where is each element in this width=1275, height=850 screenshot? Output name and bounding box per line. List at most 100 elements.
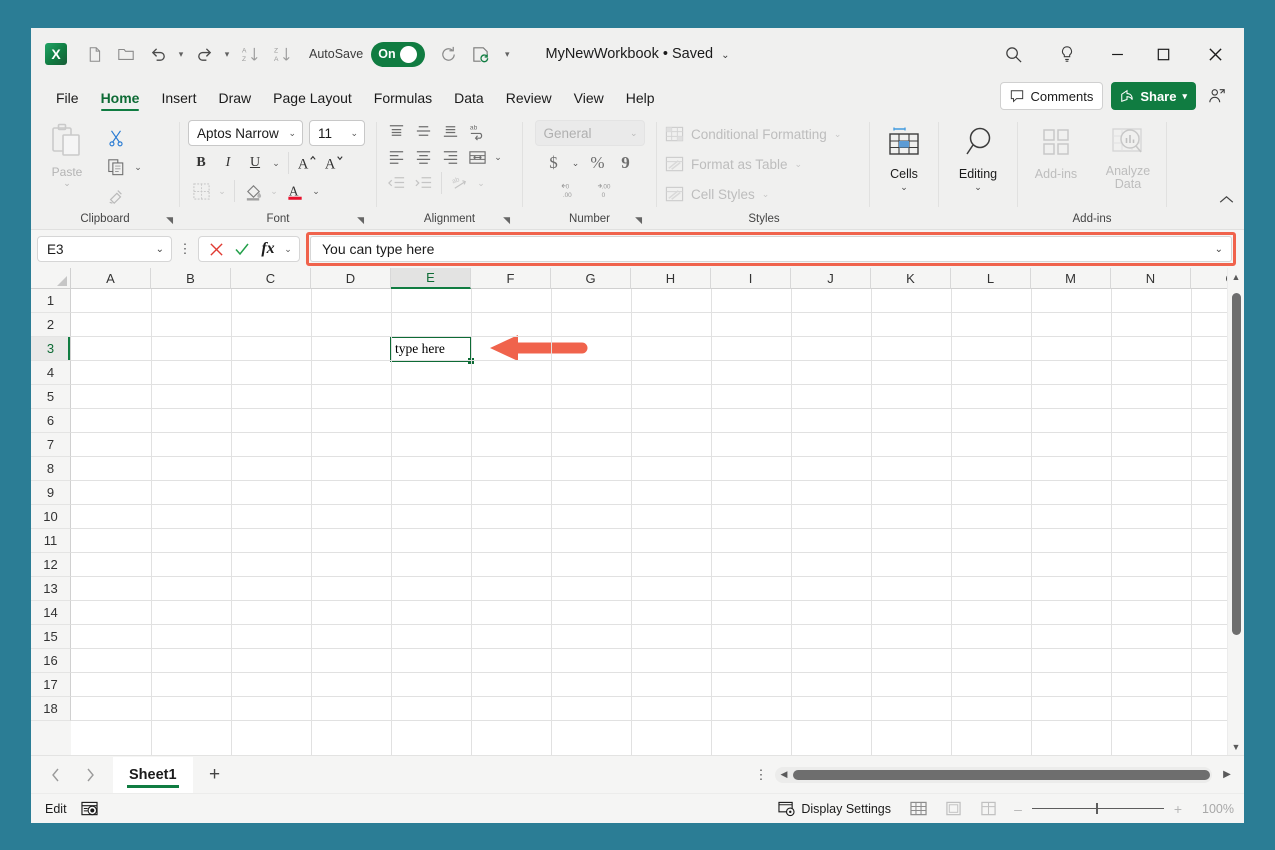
zoom-level[interactable]: 100% — [1192, 802, 1234, 816]
column-header-a[interactable]: A — [71, 268, 151, 289]
column-header-e[interactable]: E — [391, 268, 471, 289]
document-title-caret-icon[interactable]: ⌄ — [721, 50, 729, 61]
row-header-8[interactable]: 8 — [31, 457, 71, 481]
scroll-right-arrow-icon[interactable]: ▶ — [1218, 769, 1236, 780]
zoom-out-button[interactable]: – — [1007, 801, 1029, 817]
row-header-4[interactable]: 4 — [31, 361, 71, 385]
sort-za-icon[interactable]: ZA — [267, 39, 297, 69]
font-name-combo[interactable]: Aptos Narrow ⌄ — [188, 120, 303, 146]
borders-icon[interactable] — [188, 178, 214, 204]
format-as-table-button[interactable]: Format as Table ⌄ — [665, 149, 802, 179]
redo-dropdown-caret-icon[interactable]: ▾ — [221, 49, 233, 60]
select-all-corner[interactable] — [31, 268, 71, 289]
conditional-formatting-button[interactable]: Conditional Formatting ⌄ — [665, 119, 841, 149]
document-title-text[interactable]: MyNewWorkbook • Saved — [545, 46, 713, 62]
refresh-icon[interactable] — [433, 39, 463, 69]
autosave-toggle[interactable]: On — [371, 42, 425, 67]
row-header-18[interactable]: 18 — [31, 697, 71, 721]
row-header-1[interactable]: 1 — [31, 289, 71, 313]
decrease-decimal-icon[interactable]: 0.00 — [558, 176, 586, 202]
add-sheet-button[interactable]: + — [193, 760, 237, 790]
autosave-control[interactable]: AutoSave On — [309, 42, 425, 67]
row-header-17[interactable]: 17 — [31, 673, 71, 697]
redo-icon[interactable] — [189, 39, 219, 69]
tab-formulas[interactable]: Formulas — [363, 87, 443, 114]
record-macro-icon[interactable] — [79, 798, 101, 820]
column-header-i[interactable]: I — [711, 268, 791, 289]
wrap-text-icon[interactable]: ab — [464, 118, 490, 144]
tab-home[interactable]: Home — [90, 87, 151, 114]
tab-review[interactable]: Review — [495, 87, 563, 114]
grow-font-icon[interactable]: A — [294, 150, 320, 176]
formula-input[interactable]: You can type here ⌄ — [310, 236, 1232, 262]
tab-help[interactable]: Help — [615, 87, 666, 114]
align-right-icon[interactable] — [437, 144, 463, 170]
row-header-11[interactable]: 11 — [31, 529, 71, 553]
cells-button[interactable]: Cells ⌄ — [873, 120, 935, 191]
column-header-n[interactable]: N — [1111, 268, 1191, 289]
align-bottom-icon[interactable] — [437, 118, 463, 144]
fill-color-caret-icon[interactable]: ⌄ — [267, 178, 281, 204]
font-dialog-launcher-icon[interactable]: ◥ — [357, 215, 364, 226]
decrease-indent-icon[interactable] — [383, 170, 409, 196]
alignment-dialog-launcher-icon[interactable]: ◥ — [503, 215, 510, 226]
align-top-icon[interactable] — [383, 118, 409, 144]
cancel-x-icon[interactable] — [204, 237, 228, 261]
copy-icon[interactable] — [103, 154, 129, 180]
scroll-left-arrow-icon[interactable]: ◀ — [777, 769, 791, 780]
percent-button[interactable]: % — [585, 150, 611, 176]
page-layout-view-icon[interactable] — [937, 797, 969, 821]
shrink-font-icon[interactable]: A — [321, 150, 347, 176]
currency-button[interactable]: $ — [541, 150, 567, 176]
merge-caret-icon[interactable]: ⌄ — [491, 144, 505, 170]
open-file-icon[interactable] — [111, 39, 141, 69]
column-header-j[interactable]: J — [791, 268, 871, 289]
active-cell-editor[interactable]: type here — [390, 336, 472, 362]
increase-decimal-icon[interactable]: .000 — [594, 176, 622, 202]
normal-view-icon[interactable] — [902, 797, 934, 821]
currency-caret-icon[interactable]: ⌄ — [569, 150, 583, 176]
lightbulb-icon[interactable] — [1040, 28, 1094, 80]
cells-area[interactable]: type here — [71, 289, 1227, 755]
paste-caret-icon[interactable]: ⌄ — [63, 180, 71, 186]
share-button[interactable]: Share ▾ — [1111, 82, 1196, 110]
row-header-10[interactable]: 10 — [31, 505, 71, 529]
column-header-l[interactable]: L — [951, 268, 1031, 289]
page-break-view-icon[interactable] — [972, 797, 1004, 821]
copy-caret-icon[interactable]: ⌄ — [131, 154, 145, 180]
row-header-7[interactable]: 7 — [31, 433, 71, 457]
underline-caret-icon[interactable]: ⌄ — [269, 150, 283, 176]
cells-caret-icon[interactable]: ⌄ — [900, 183, 908, 191]
tab-page-layout[interactable]: Page Layout — [262, 87, 363, 114]
clipboard-dialog-launcher-icon[interactable]: ◥ — [166, 215, 173, 226]
cell-styles-button[interactable]: Cell Styles ⌄ — [665, 179, 769, 209]
column-header-o[interactable]: O — [1191, 268, 1227, 289]
borders-caret-icon[interactable]: ⌄ — [215, 178, 229, 204]
next-sheet-icon[interactable] — [73, 760, 107, 790]
bold-button[interactable]: B — [188, 150, 214, 176]
sheet-options-icon[interactable]: ⋮ — [753, 767, 769, 783]
formula-bar-overflow-icon[interactable]: ⋮ — [178, 241, 192, 257]
scroll-down-arrow-icon[interactable]: ▼ — [1232, 738, 1241, 755]
fx-caret-icon[interactable]: ⌄ — [282, 244, 294, 255]
column-header-h[interactable]: H — [631, 268, 711, 289]
tab-insert[interactable]: Insert — [150, 87, 207, 114]
column-header-d[interactable]: D — [311, 268, 391, 289]
scroll-up-arrow-icon[interactable]: ▲ — [1232, 268, 1241, 285]
row-header-15[interactable]: 15 — [31, 625, 71, 649]
vertical-scrollbar[interactable]: ▲ ▼ — [1227, 268, 1244, 755]
collapse-ribbon-button[interactable] — [1219, 193, 1234, 207]
merge-center-icon[interactable] — [464, 144, 490, 170]
horizontal-scrollbar[interactable]: ◀ — [775, 767, 1212, 783]
row-header-2[interactable]: 2 — [31, 313, 71, 337]
row-header-3[interactable]: 3 — [31, 337, 71, 361]
row-header-14[interactable]: 14 — [31, 601, 71, 625]
minimize-button[interactable] — [1094, 28, 1140, 80]
editing-button[interactable]: Editing ⌄ — [947, 120, 1009, 191]
close-button[interactable] — [1186, 28, 1244, 80]
row-header-16[interactable]: 16 — [31, 649, 71, 673]
orientation-icon[interactable]: ab — [447, 170, 473, 196]
search-icon[interactable] — [986, 28, 1040, 80]
zoom-slider[interactable] — [1032, 801, 1164, 817]
row-header-9[interactable]: 9 — [31, 481, 71, 505]
